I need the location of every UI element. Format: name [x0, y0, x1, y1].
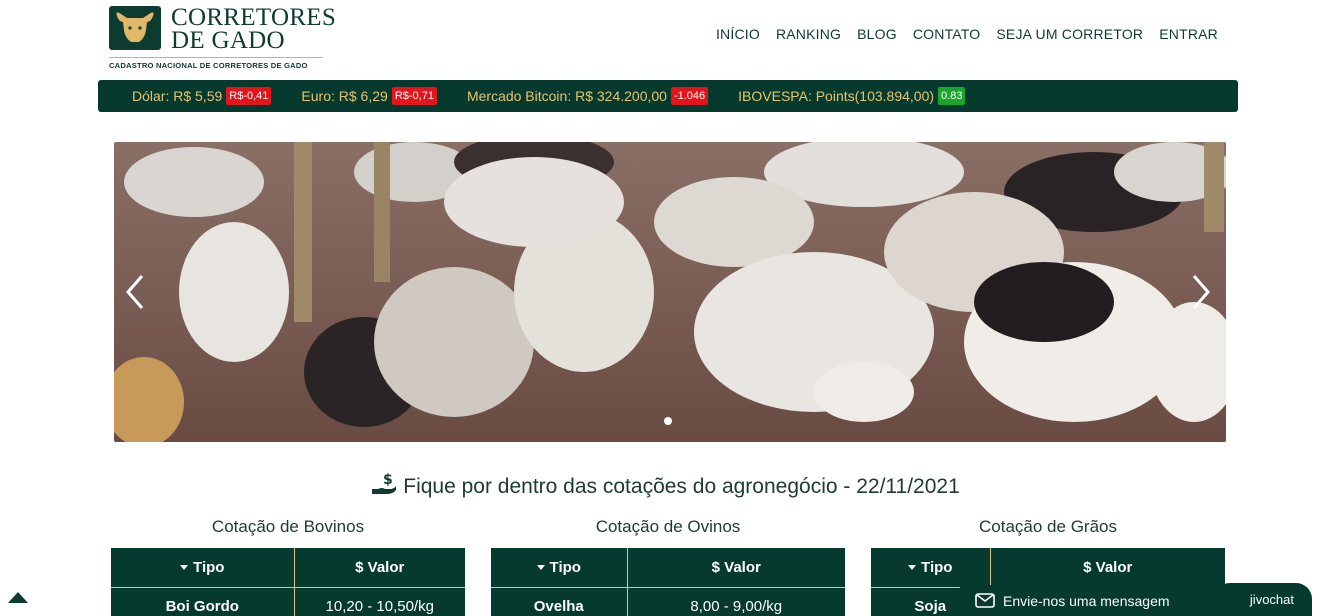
jivochat-badge[interactable]: jivochat [1214, 583, 1312, 616]
ticker-label: Dólar: R$ 5,59 [132, 88, 223, 104]
ticker-change-badge: 0.83 [938, 87, 966, 105]
nav-entrar[interactable]: ENTRAR [1159, 26, 1218, 42]
logo-divider [109, 57, 323, 58]
row-value: 10,20 - 10,50/kg [294, 587, 465, 616]
envelope-icon [975, 593, 995, 608]
bovinos-table: Tipo $ Valor Boi Gordo 10,20 - 10,50/kg [111, 548, 465, 616]
ticker-euro: Euro: R$ 6,29 R$-0,71 [301, 87, 437, 105]
table-row: Ovelha 8,00 - 9,00/kg [491, 587, 845, 616]
nav-ranking[interactable]: RANKING [776, 26, 841, 42]
caret-down-icon [180, 564, 189, 570]
hero-carousel [114, 142, 1226, 442]
column-header-type[interactable]: Tipo [871, 548, 991, 588]
nav-contato[interactable]: CONTATO [913, 26, 981, 42]
caret-up-icon [8, 592, 28, 603]
ticker-label: Euro: R$ 6,29 [301, 88, 388, 104]
caret-down-icon [536, 564, 545, 570]
ovinos-table: Tipo $ Valor Ovelha 8,00 - 9,00/kg [491, 548, 845, 616]
ticker-label: IBOVESPA: Points(103.894,00) [738, 88, 935, 104]
chevron-left-icon [126, 275, 144, 309]
bull-logo-icon [109, 6, 161, 50]
nav-inicio[interactable]: INÍCIO [716, 26, 760, 42]
bovinos-title: Cotação de Bovinos [211, 517, 365, 536]
logo-subtitle: CADASTRO NACIONAL DE CORRETORES DE GADO [109, 61, 308, 70]
column-header-value[interactable]: $ Valor [294, 548, 465, 588]
carousel-prev-button[interactable] [120, 272, 150, 312]
market-ticker: Dólar: R$ 5,59 R$-0,41 Euro: R$ 6,29 R$-… [98, 80, 1238, 112]
chevron-right-icon [1192, 275, 1210, 309]
column-header-type[interactable]: Tipo [111, 548, 295, 588]
ticker-ibovespa: IBOVESPA: Points(103.894,00) 0.83 [738, 87, 966, 105]
caret-down-icon [908, 564, 917, 570]
ticker-dolar: Dólar: R$ 5,59 R$-0,41 [132, 87, 272, 105]
site-header: CORRETORES DE GADO CADASTRO NACIONAL DE … [0, 0, 1331, 78]
logo-title: CORRETORES DE GADO [171, 4, 337, 54]
back-to-top-button[interactable] [6, 589, 30, 605]
quotes-section-title: $ Fique por dentro das cotações do agron… [0, 472, 1331, 502]
carousel-indicator[interactable] [664, 417, 672, 425]
nav-blog[interactable]: BLOG [857, 26, 897, 42]
table-row: Boi Gordo 10,20 - 10,50/kg [111, 587, 465, 616]
row-type: Boi Gordo [111, 587, 295, 616]
column-header-value[interactable]: $ Valor [627, 548, 845, 588]
column-header-type[interactable]: Tipo [491, 548, 628, 588]
carousel-next-button[interactable] [1186, 272, 1216, 312]
ticker-bitcoin: Mercado Bitcoin: R$ 324.200,00 -1.046 [466, 87, 709, 105]
ticker-change-badge: R$-0,41 [226, 87, 272, 105]
ovinos-title: Cotação de Ovinos [595, 517, 741, 536]
nav-seja-corretor[interactable]: SEJA UM CORRETOR [996, 26, 1143, 42]
chat-label: Envie-nos uma mensagem [1003, 592, 1170, 609]
chat-widget-button[interactable]: Envie-nos uma mensagem [959, 585, 1225, 616]
ticker-change-badge: R$-0,71 [391, 87, 437, 105]
chat-brand-label: jivochat [1249, 592, 1294, 607]
row-value: 8,00 - 9,00/kg [627, 587, 845, 616]
column-header-value[interactable]: $ Valor [990, 548, 1225, 588]
ticker-change-badge: -1.046 [670, 87, 709, 105]
hand-money-icon: $ [371, 472, 397, 502]
ticker-label: Mercado Bitcoin: R$ 324.200,00 [466, 88, 667, 104]
main-nav: INÍCIO RANKING BLOG CONTATO SEJA UM CORR… [716, 26, 1218, 42]
site-logo[interactable]: CORRETORES DE GADO CADASTRO NACIONAL DE … [109, 5, 336, 70]
row-type: Ovelha [491, 587, 628, 616]
cattle-in-corral-photo [114, 142, 1226, 442]
svg-text:$: $ [383, 472, 393, 488]
graos-title: Cotação de Grãos [979, 517, 1117, 536]
